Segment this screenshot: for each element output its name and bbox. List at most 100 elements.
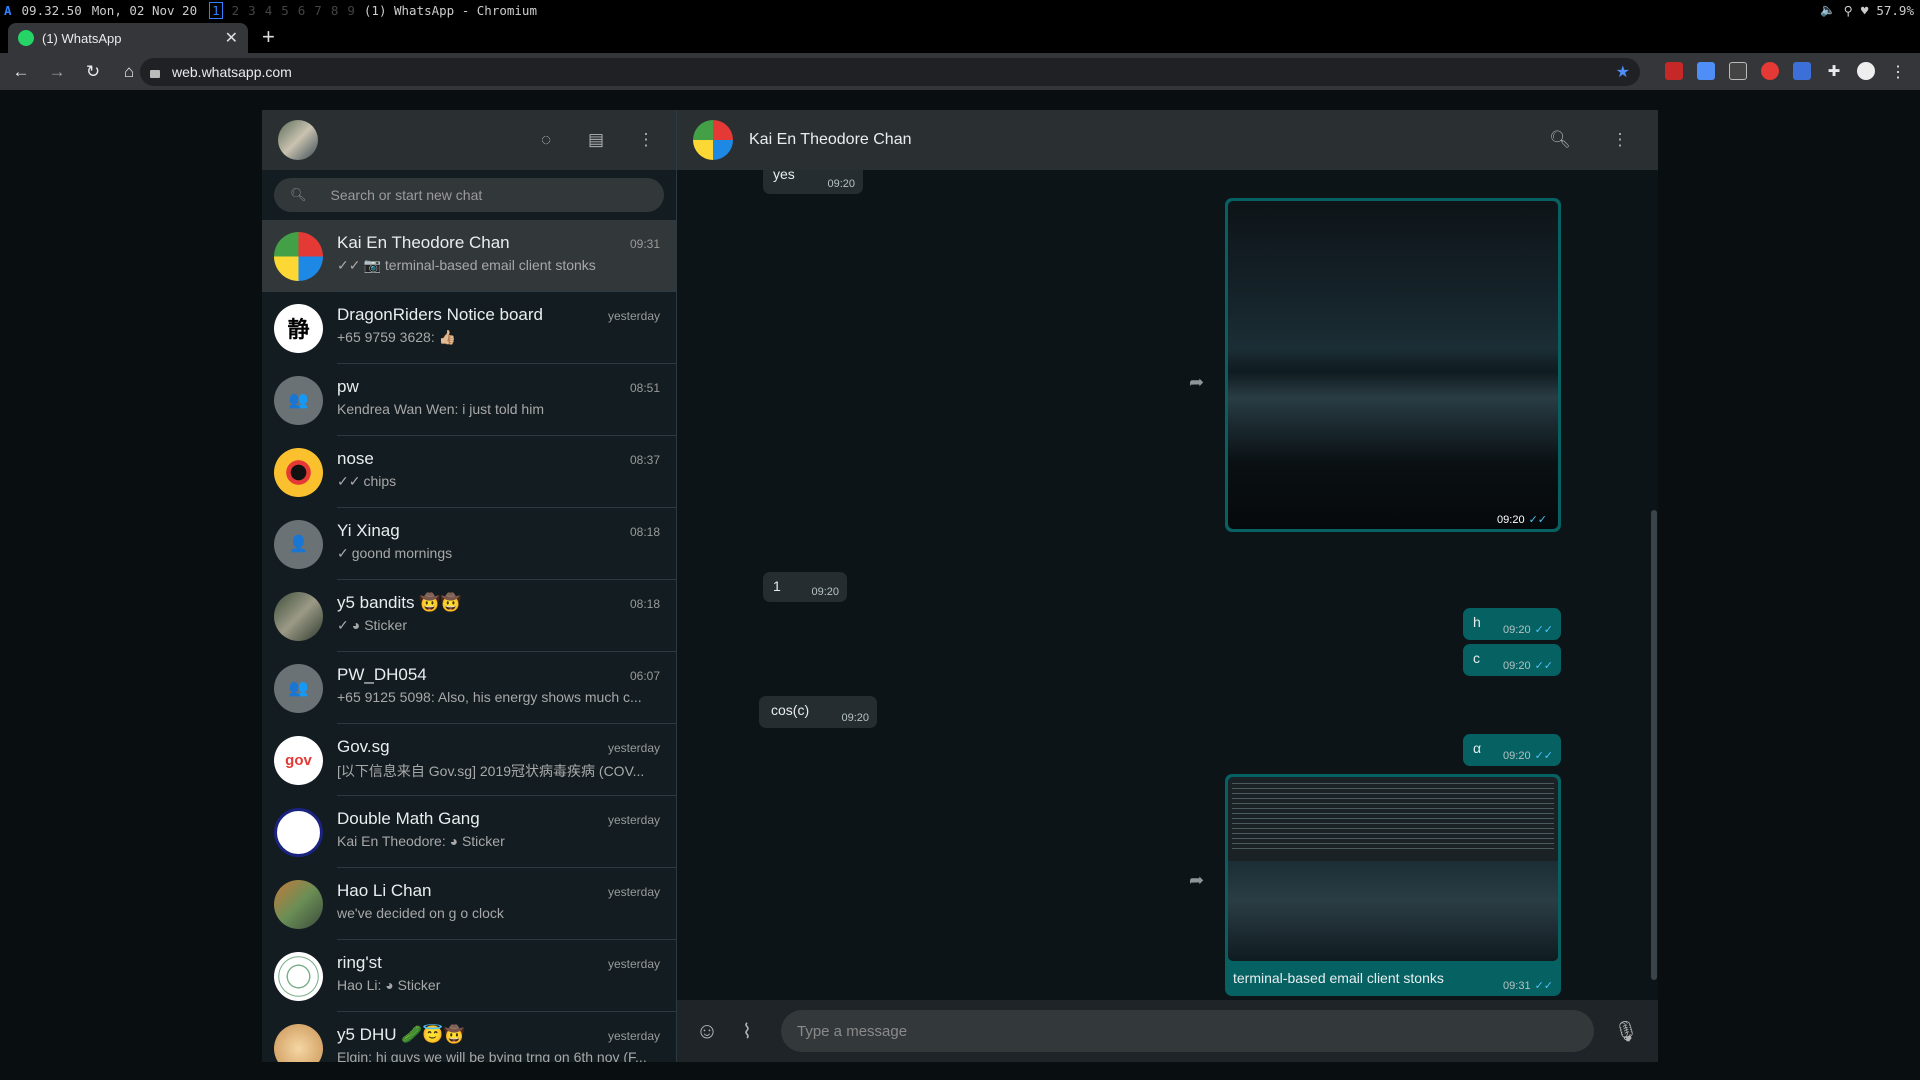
chat-list-item[interactable]: 👤 Yi Xinag 08:18 ✓ goond mornings [262, 508, 676, 580]
chat-list-item[interactable]: ring'st yesterday Hao Li: ◕ Sticker [262, 940, 676, 1012]
conversation-header[interactable]: Kai En Theodore Chan 🔍︎ ⋮ [677, 110, 1658, 170]
search-messages-icon[interactable]: 🔍︎ [1548, 128, 1572, 152]
message-time: 09:20 [1503, 750, 1531, 762]
chat-preview-text: [以下信息来自 Gov.sg] 2019冠状病毒疾病 (COV... [337, 763, 645, 779]
chat-time: yesterday [607, 813, 660, 827]
message-time: 09:20 [1503, 660, 1531, 672]
delivery-ticks-icon: ✓✓ [337, 473, 361, 489]
new-tab-button[interactable]: + [262, 24, 275, 50]
wm-time: 09.32.50 [21, 2, 82, 18]
workspace-6[interactable]: 6 [298, 3, 306, 18]
microphone-icon[interactable]: 🎙︎ [1613, 1019, 1638, 1043]
contact-avatar[interactable] [693, 120, 733, 160]
chat-time: 08:18 [629, 597, 660, 611]
workspace-3[interactable]: 3 [248, 3, 256, 18]
back-arrow-icon[interactable]: ← [6, 62, 36, 82]
close-tab-icon[interactable]: ✕ [225, 28, 238, 48]
chat-time: yesterday [607, 885, 660, 899]
chat-time: 09:31 [629, 237, 660, 251]
chat-list-item[interactable]: nose 08:37 ✓✓ chips [262, 436, 676, 508]
browser-tab[interactable]: (1) WhatsApp ✕ [8, 23, 248, 53]
image-message[interactable]: 09:20 ✓✓ [1225, 198, 1561, 532]
terminal-screenshot-image[interactable] [1228, 777, 1558, 961]
extensions-puzzle-icon[interactable]: ✚ [1825, 62, 1843, 80]
attach-icon[interactable]: ⌇ [735, 1019, 759, 1043]
chat-list-item[interactable]: y5 DHU 🥒😇🤠 yesterday Elgin: hi guys we wil… [262, 1012, 676, 1062]
workspace-5[interactable]: 5 [281, 3, 289, 18]
chat-list-item[interactable]: 👥 PW_DH054 06:07 +65 9125 5098: Also, his e… [262, 652, 676, 724]
chat-list-item[interactable]: Hao Li Chan yesterday we've decided on g o… [262, 868, 676, 940]
message-text: c [1473, 650, 1480, 666]
chat-avatar [274, 447, 323, 497]
conversation-panel: Kai En Theodore Chan 🔍︎ ⋮ yes 09:20 ➦ 09… [677, 110, 1658, 1062]
chat-list-item[interactable]: Kai En Theodore Chan 09:31 ✓✓ 📷 terminal-bas… [262, 220, 676, 292]
message-text: cos(c) [771, 702, 810, 718]
workspace-8[interactable]: 8 [331, 3, 339, 18]
chat-preview-text: Hao Li: ◕ Sticker [337, 977, 441, 993]
extension-adblock-icon[interactable] [1761, 62, 1779, 80]
chat-list-item[interactable]: Double Math Gang yesterday Kai En Theodore… [262, 796, 676, 868]
workspace-4[interactable]: 4 [265, 3, 273, 18]
extension-glasses-icon[interactable] [1729, 62, 1747, 80]
message-scrollbar[interactable] [1651, 510, 1657, 980]
search-input[interactable]: 🔍︎ Search or start new chat [274, 178, 664, 212]
chat-preview-text: Kai En Theodore: ◕ Sticker [337, 833, 505, 849]
extension-window-icon[interactable] [1793, 62, 1811, 80]
my-profile-avatar[interactable] [278, 120, 318, 160]
chat-list: Kai En Theodore Chan 09:31 ✓✓ 📷 terminal-bas… [262, 220, 676, 1062]
volume-icon[interactable]: 🔈 [1820, 2, 1836, 18]
workspace-2[interactable]: 2 [232, 3, 240, 18]
workspace-7[interactable]: 7 [314, 3, 322, 18]
message-bubble[interactable]: cos(c) 09:20 [759, 696, 877, 728]
image-message[interactable]: terminal-based email client stonks 09:31… [1225, 774, 1561, 996]
chat-list-item[interactable]: 👥 pw 08:51 Kendrea Wan Wen: i just told him [262, 364, 676, 436]
read-ticks-icon: ✓✓ [1534, 624, 1553, 636]
chat-list-item[interactable]: y5 bandits 🤠🤠 08:18 ✓ ◕ Sticker [262, 580, 676, 652]
browser-menu-icon[interactable]: ⋮ [1889, 62, 1907, 81]
profile-avatar-icon[interactable] [1857, 62, 1875, 80]
sidebar-menu-icon[interactable]: ⋮ [634, 128, 658, 152]
search-placeholder: Search or start new chat [330, 187, 483, 203]
chat-preview: we've decided on g o clock [337, 905, 657, 921]
web-page: ◌ ▤ ⋮ 🔍︎ Search or start new chat Kai En… [0, 90, 1920, 1080]
chat-time: 08:37 [629, 453, 660, 467]
chat-list-item[interactable]: 静 DragonRiders Notice board yesterday +65 9… [262, 292, 676, 364]
message-bubble[interactable]: h 09:20 ✓✓ [1463, 608, 1561, 640]
reload-icon[interactable]: ↻ [78, 62, 108, 82]
message-bubble[interactable]: 1 09:20 [763, 572, 847, 602]
emoji-icon[interactable]: ☺ [695, 1018, 719, 1043]
forward-icon[interactable]: ➦ [1189, 870, 1204, 891]
workspace-1[interactable]: 1 [209, 1, 223, 19]
message-bubble[interactable]: α 09:20 ✓✓ [1463, 734, 1561, 766]
chat-avatar [274, 231, 323, 281]
workspace-9[interactable]: 9 [347, 3, 355, 18]
forward-icon[interactable]: ➦ [1189, 372, 1204, 393]
message-bubble[interactable]: c 09:20 ✓✓ [1463, 644, 1561, 676]
chat-preview-text: goond mornings [351, 545, 453, 561]
chat-item-body: PW_DH054 06:07 +65 9125 5098: Also, his en… [337, 652, 676, 724]
chat-item-body: DragonRiders Notice board yesterday +65 97… [337, 292, 676, 364]
chat-preview: ✓✓ 📷 terminal-based email client stonks [337, 257, 657, 274]
extension-translate-icon[interactable] [1697, 62, 1715, 80]
chat-preview-text: chips [363, 473, 397, 489]
read-ticks-icon: ✓✓ [1534, 660, 1553, 672]
message-input[interactable]: Type a message [781, 1010, 1594, 1052]
chat-list-item[interactable]: gov Gov.sg yesterday [以下信息来自 Gov.sg] 2019冠状… [262, 724, 676, 796]
extension-bookmark-icon[interactable] [1665, 62, 1683, 80]
message-bubble[interactable]: yes 09:20 [763, 170, 863, 194]
ocean-image[interactable] [1228, 201, 1558, 529]
chat-name: y5 bandits 🤠🤠 [337, 593, 462, 612]
contact-name[interactable]: Kai En Theodore Chan [749, 131, 911, 149]
chat-item-body: Hao Li Chan yesterday we've decided on g o… [337, 868, 676, 940]
bookmark-star-icon[interactable]: ★ [1616, 62, 1630, 82]
address-bar[interactable]: web.whatsapp.com ★ [140, 58, 1640, 86]
chat-avatar: 👥 [274, 375, 323, 425]
message-time: 09:20 [827, 178, 855, 190]
chat-item-body: y5 DHU 🥒😇🤠 yesterday Elgin: hi guys we wil… [337, 1012, 676, 1062]
chat-item-body: pw 08:51 Kendrea Wan Wen: i just told him [337, 364, 676, 436]
new-chat-icon[interactable]: ▤ [584, 128, 608, 152]
status-icon[interactable]: ◌ [534, 128, 558, 152]
url-text: web.whatsapp.com [172, 64, 292, 80]
forward-arrow-icon[interactable]: → [42, 62, 72, 82]
conversation-menu-icon[interactable]: ⋮ [1608, 128, 1632, 152]
